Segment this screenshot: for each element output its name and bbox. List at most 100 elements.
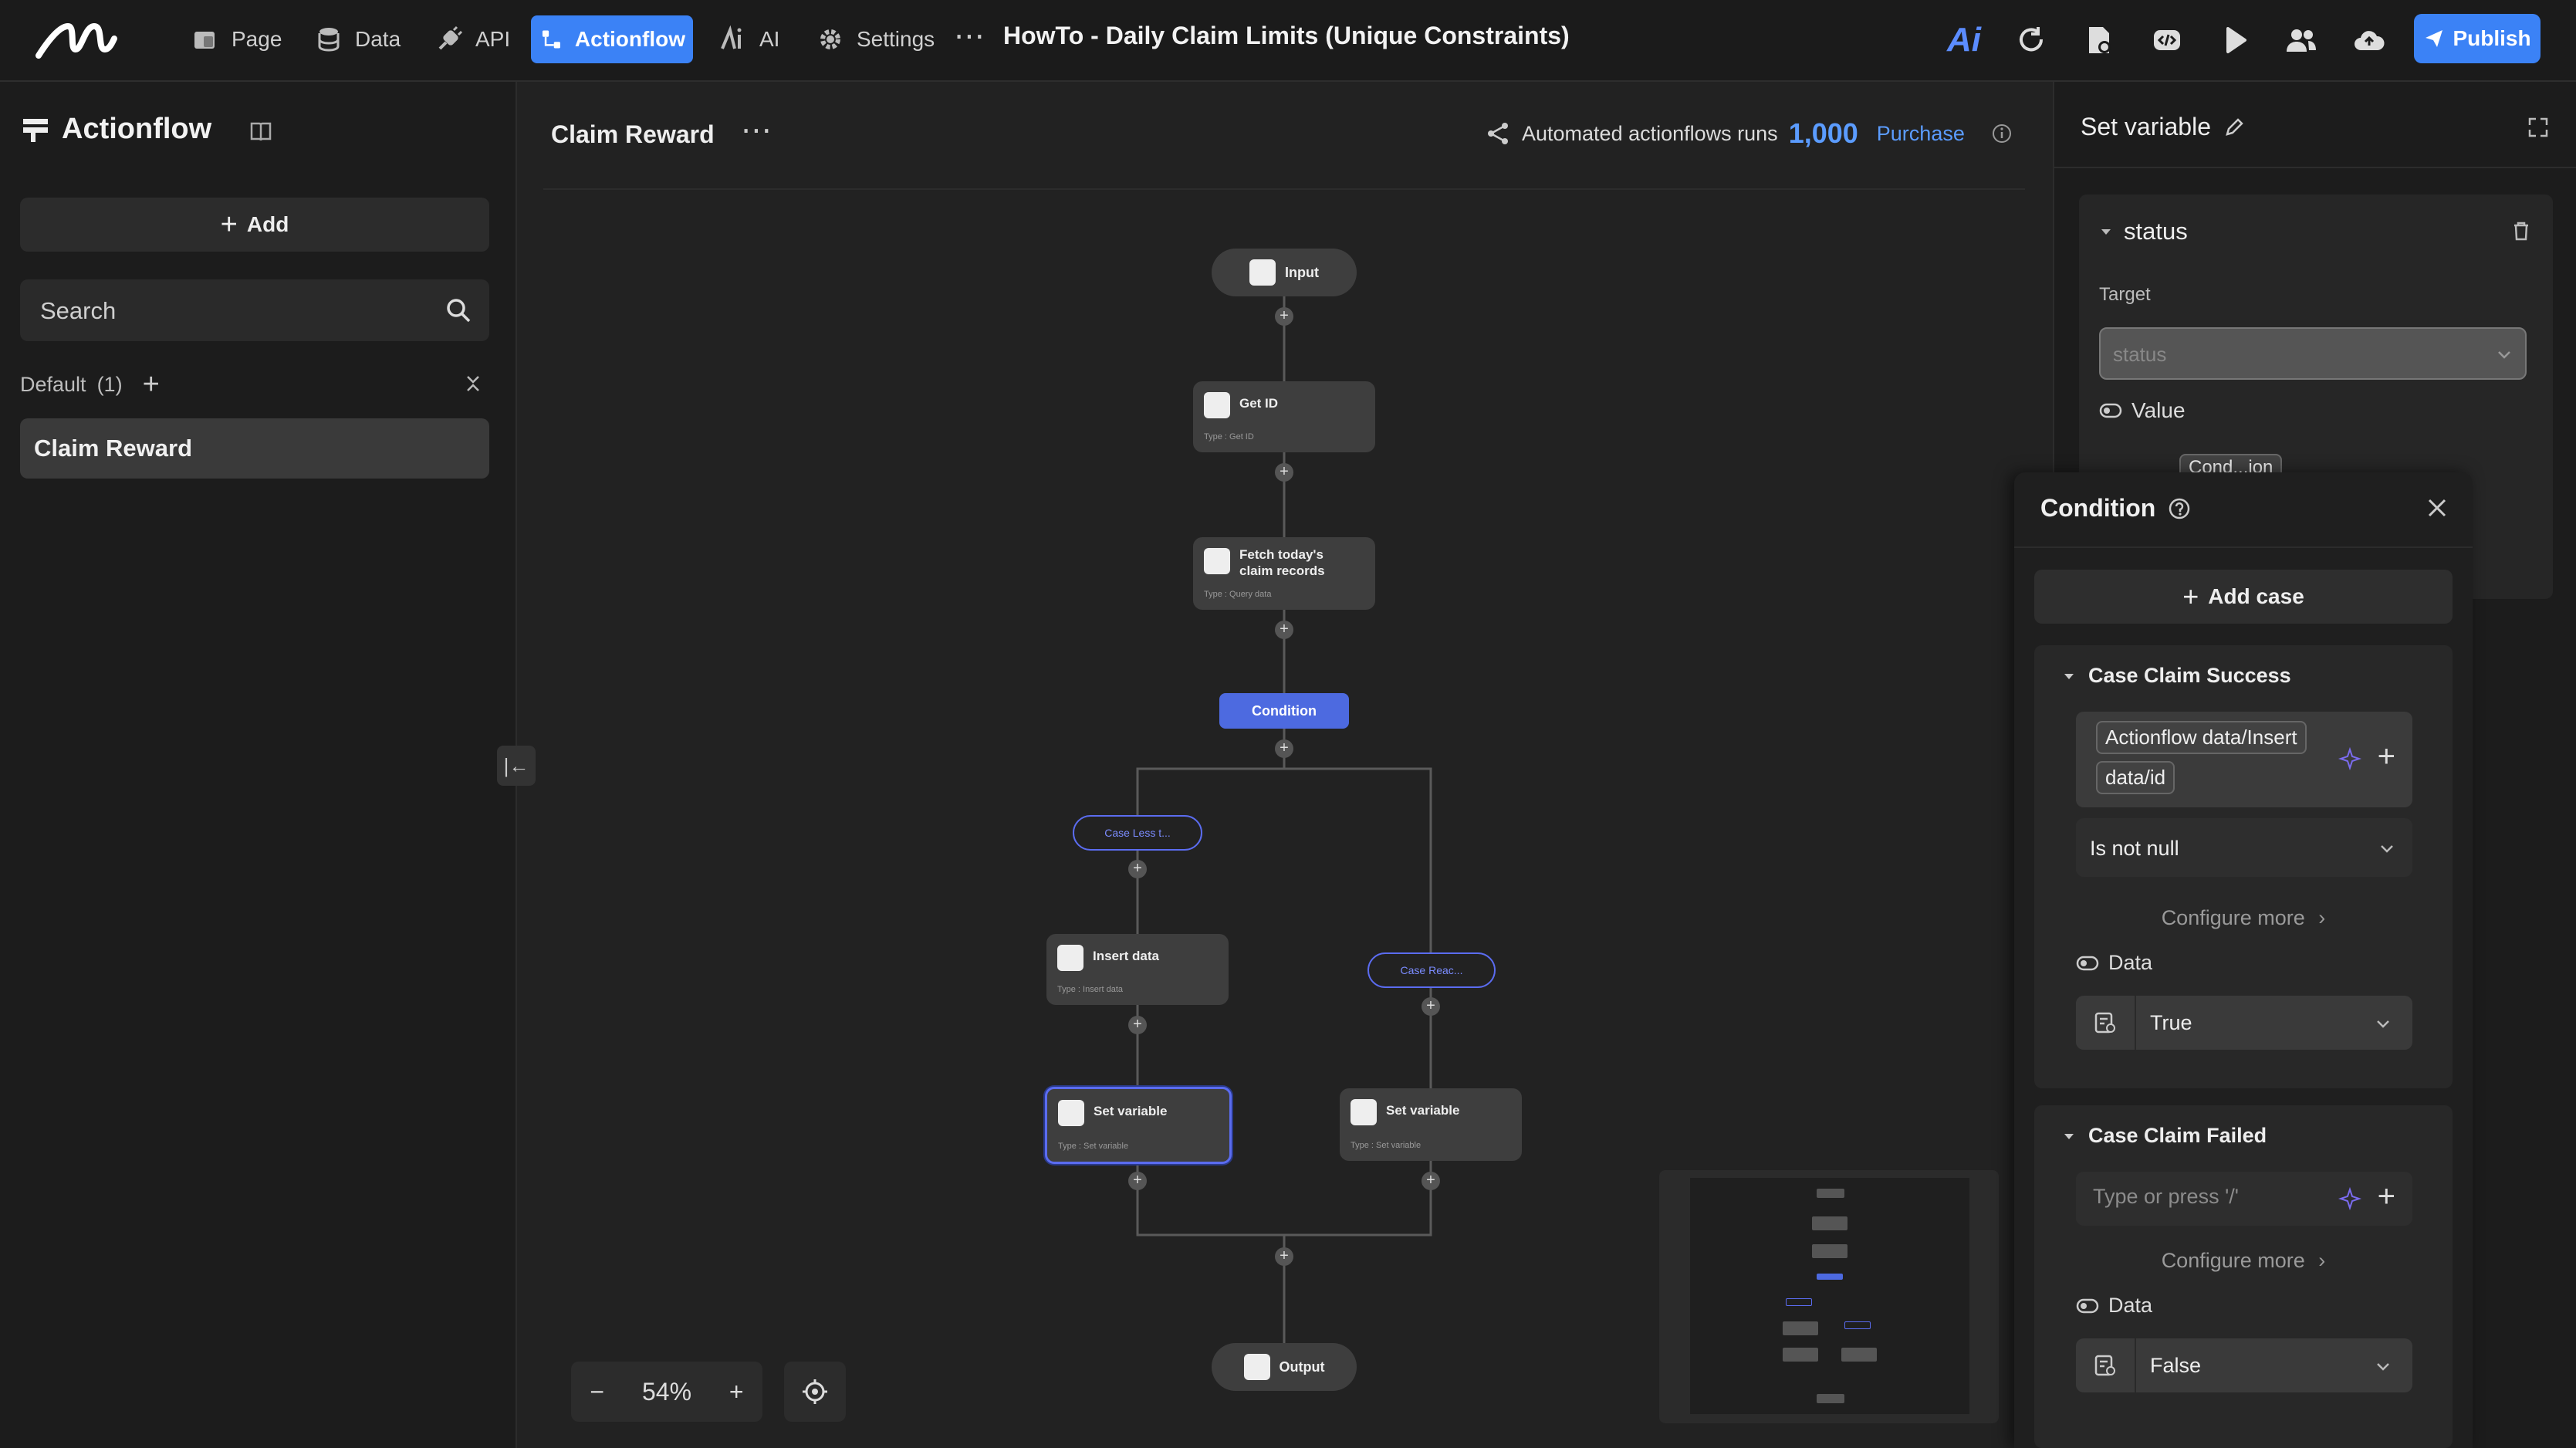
sidebar-item-label: Claim Reward [34,435,193,462]
play-icon[interactable] [2215,20,2255,60]
add-case-button[interactable]: + Add case [2034,570,2453,624]
expression-input[interactable] [2091,1184,2326,1209]
info-icon[interactable] [1991,123,2013,144]
add-expression-icon[interactable]: + [2378,1179,2395,1214]
ai-sparkle-icon[interactable] [2338,1187,2361,1210]
nav-settings[interactable]: Settings [807,15,942,63]
set-variable-icon [1351,1099,1377,1125]
target-select[interactable]: status [2099,327,2527,380]
add-step-button[interactable]: + [1275,307,1293,326]
case-left-node[interactable]: Case Less t... [1073,815,1202,851]
document-settings-icon[interactable] [2079,20,2119,60]
minimap-node [1817,1189,1844,1198]
node-title: Fetch today's claim records [1239,546,1325,579]
expression-chip[interactable]: data/id [2096,761,2175,794]
minimap-node [1786,1298,1812,1306]
more-menu-icon[interactable]: ⋯ [954,19,986,54]
data-type-icon[interactable] [2076,996,2136,1050]
group-default[interactable]: Default (1) + [20,367,489,401]
configure-more-link[interactable]: Configure more › [2034,1249,2453,1273]
zoom-out-button[interactable]: − [590,1378,604,1406]
nav-api[interactable]: API [426,15,518,63]
fit-view-button[interactable] [784,1362,846,1422]
case-header[interactable]: Case Claim Failed [2062,1124,2267,1148]
toggle-icon [2099,403,2122,418]
minimap-node [1844,1321,1871,1329]
app-logo[interactable] [34,15,119,65]
nav-settings-label: Settings [857,27,935,51]
expand-icon[interactable] [2527,116,2550,139]
set-variable-node-right[interactable]: Set variable Type : Set variable [1340,1088,1522,1161]
node-title: Set variable [1386,1103,1460,1118]
add-step-button[interactable]: + [1275,739,1293,758]
plus-icon: + [2182,580,2199,612]
case-title: Case Claim Failed [2088,1124,2267,1147]
canvas-header: Claim Reward ⋯ Automated actionflows run… [517,82,2030,190]
search-icon[interactable] [445,296,472,324]
operator-select[interactable]: Is not null [2076,818,2412,877]
ai-assistant-icon[interactable]: Ai [1937,20,1991,60]
project-title[interactable]: HowTo - Daily Claim Limits (Unique Const… [1003,22,1570,50]
flow-more-icon[interactable]: ⋯ [741,113,773,148]
users-icon[interactable] [2281,20,2321,60]
node-title-line2: claim records [1239,563,1325,578]
add-step-button[interactable]: + [1422,997,1440,1016]
add-step-button[interactable]: + [1275,1247,1293,1266]
input-node[interactable]: Input [1212,249,1357,296]
nav-page[interactable]: Page [182,15,289,63]
configure-more-link[interactable]: Configure more › [2034,906,2453,930]
sidebar-item-claim-reward[interactable]: Claim Reward [20,418,489,479]
zoom-controls: − 54% + [571,1362,762,1422]
add-expression-icon[interactable]: + [2378,739,2395,774]
collapse-group-icon[interactable] [461,372,485,395]
nav-actionflow[interactable]: Actionflow [531,15,693,63]
add-step-button[interactable]: + [1128,1016,1147,1034]
purchase-link[interactable]: Purchase [1877,122,1965,146]
output-node[interactable]: Output [1212,1343,1357,1391]
add-actionflow-button[interactable]: + Add [20,198,489,252]
flow-name[interactable]: Claim Reward [551,120,715,149]
search-input[interactable] [39,279,428,343]
variable-section-header[interactable]: status [2099,218,2188,245]
help-icon[interactable] [2168,497,2191,520]
case-right-node[interactable]: Case Reac... [1367,952,1496,988]
input-node-icon [1249,259,1276,286]
minimap[interactable] [1659,1170,1999,1423]
insert-data-node[interactable]: Insert data Type : Insert data [1046,934,1229,1005]
condition-node[interactable]: Condition [1219,693,1349,729]
cloud-icon[interactable] [2349,20,2389,60]
add-to-group-icon[interactable]: + [143,368,160,401]
set-variable-node-left[interactable]: Set variable Type : Set variable [1045,1087,1232,1164]
get-id-node[interactable]: Get ID Type : Get ID [1193,381,1375,452]
nav-ai[interactable]: AI [710,15,787,63]
nav-data[interactable]: Data [306,15,408,63]
node-title: Insert data [1093,949,1159,963]
docs-book-icon[interactable] [248,119,273,144]
close-icon[interactable] [2425,496,2449,520]
data-type-icon[interactable] [2076,1338,2136,1392]
minimap-viewport [1690,1178,1969,1414]
data-value-select[interactable]: False [2076,1338,2412,1392]
expression-chip[interactable]: Actionflow data/Insert [2096,721,2307,754]
publish-button[interactable]: Publish [2414,14,2541,63]
code-icon[interactable] [2147,20,2187,60]
add-step-button[interactable]: + [1422,1172,1440,1190]
add-step-button[interactable]: + [1275,621,1293,639]
edit-pencil-icon[interactable] [2223,117,2245,138]
node-type: Type : Set variable [1351,1141,1422,1150]
data-value-select[interactable]: True [2076,996,2412,1050]
case-header[interactable]: Case Claim Success [2062,664,2291,688]
collapse-sidebar-icon[interactable]: |← [497,746,536,786]
fetch-records-node[interactable]: Fetch today's claim records Type : Query… [1193,537,1375,610]
condition-expression[interactable]: Actionflow data/Insert data/id + [2076,712,2412,807]
zoom-in-button[interactable]: + [729,1378,744,1406]
data-label-row: Data [2076,951,2152,975]
add-step-button[interactable]: + [1128,1172,1147,1190]
chevron-right-icon: › [2318,906,2326,929]
ai-sparkle-icon[interactable] [2338,747,2361,770]
add-step-button[interactable]: + [1275,463,1293,482]
trash-icon[interactable] [2510,219,2533,242]
refresh-icon[interactable] [2011,20,2051,60]
minimap-node [1783,1321,1818,1335]
add-step-button[interactable]: + [1128,860,1147,878]
